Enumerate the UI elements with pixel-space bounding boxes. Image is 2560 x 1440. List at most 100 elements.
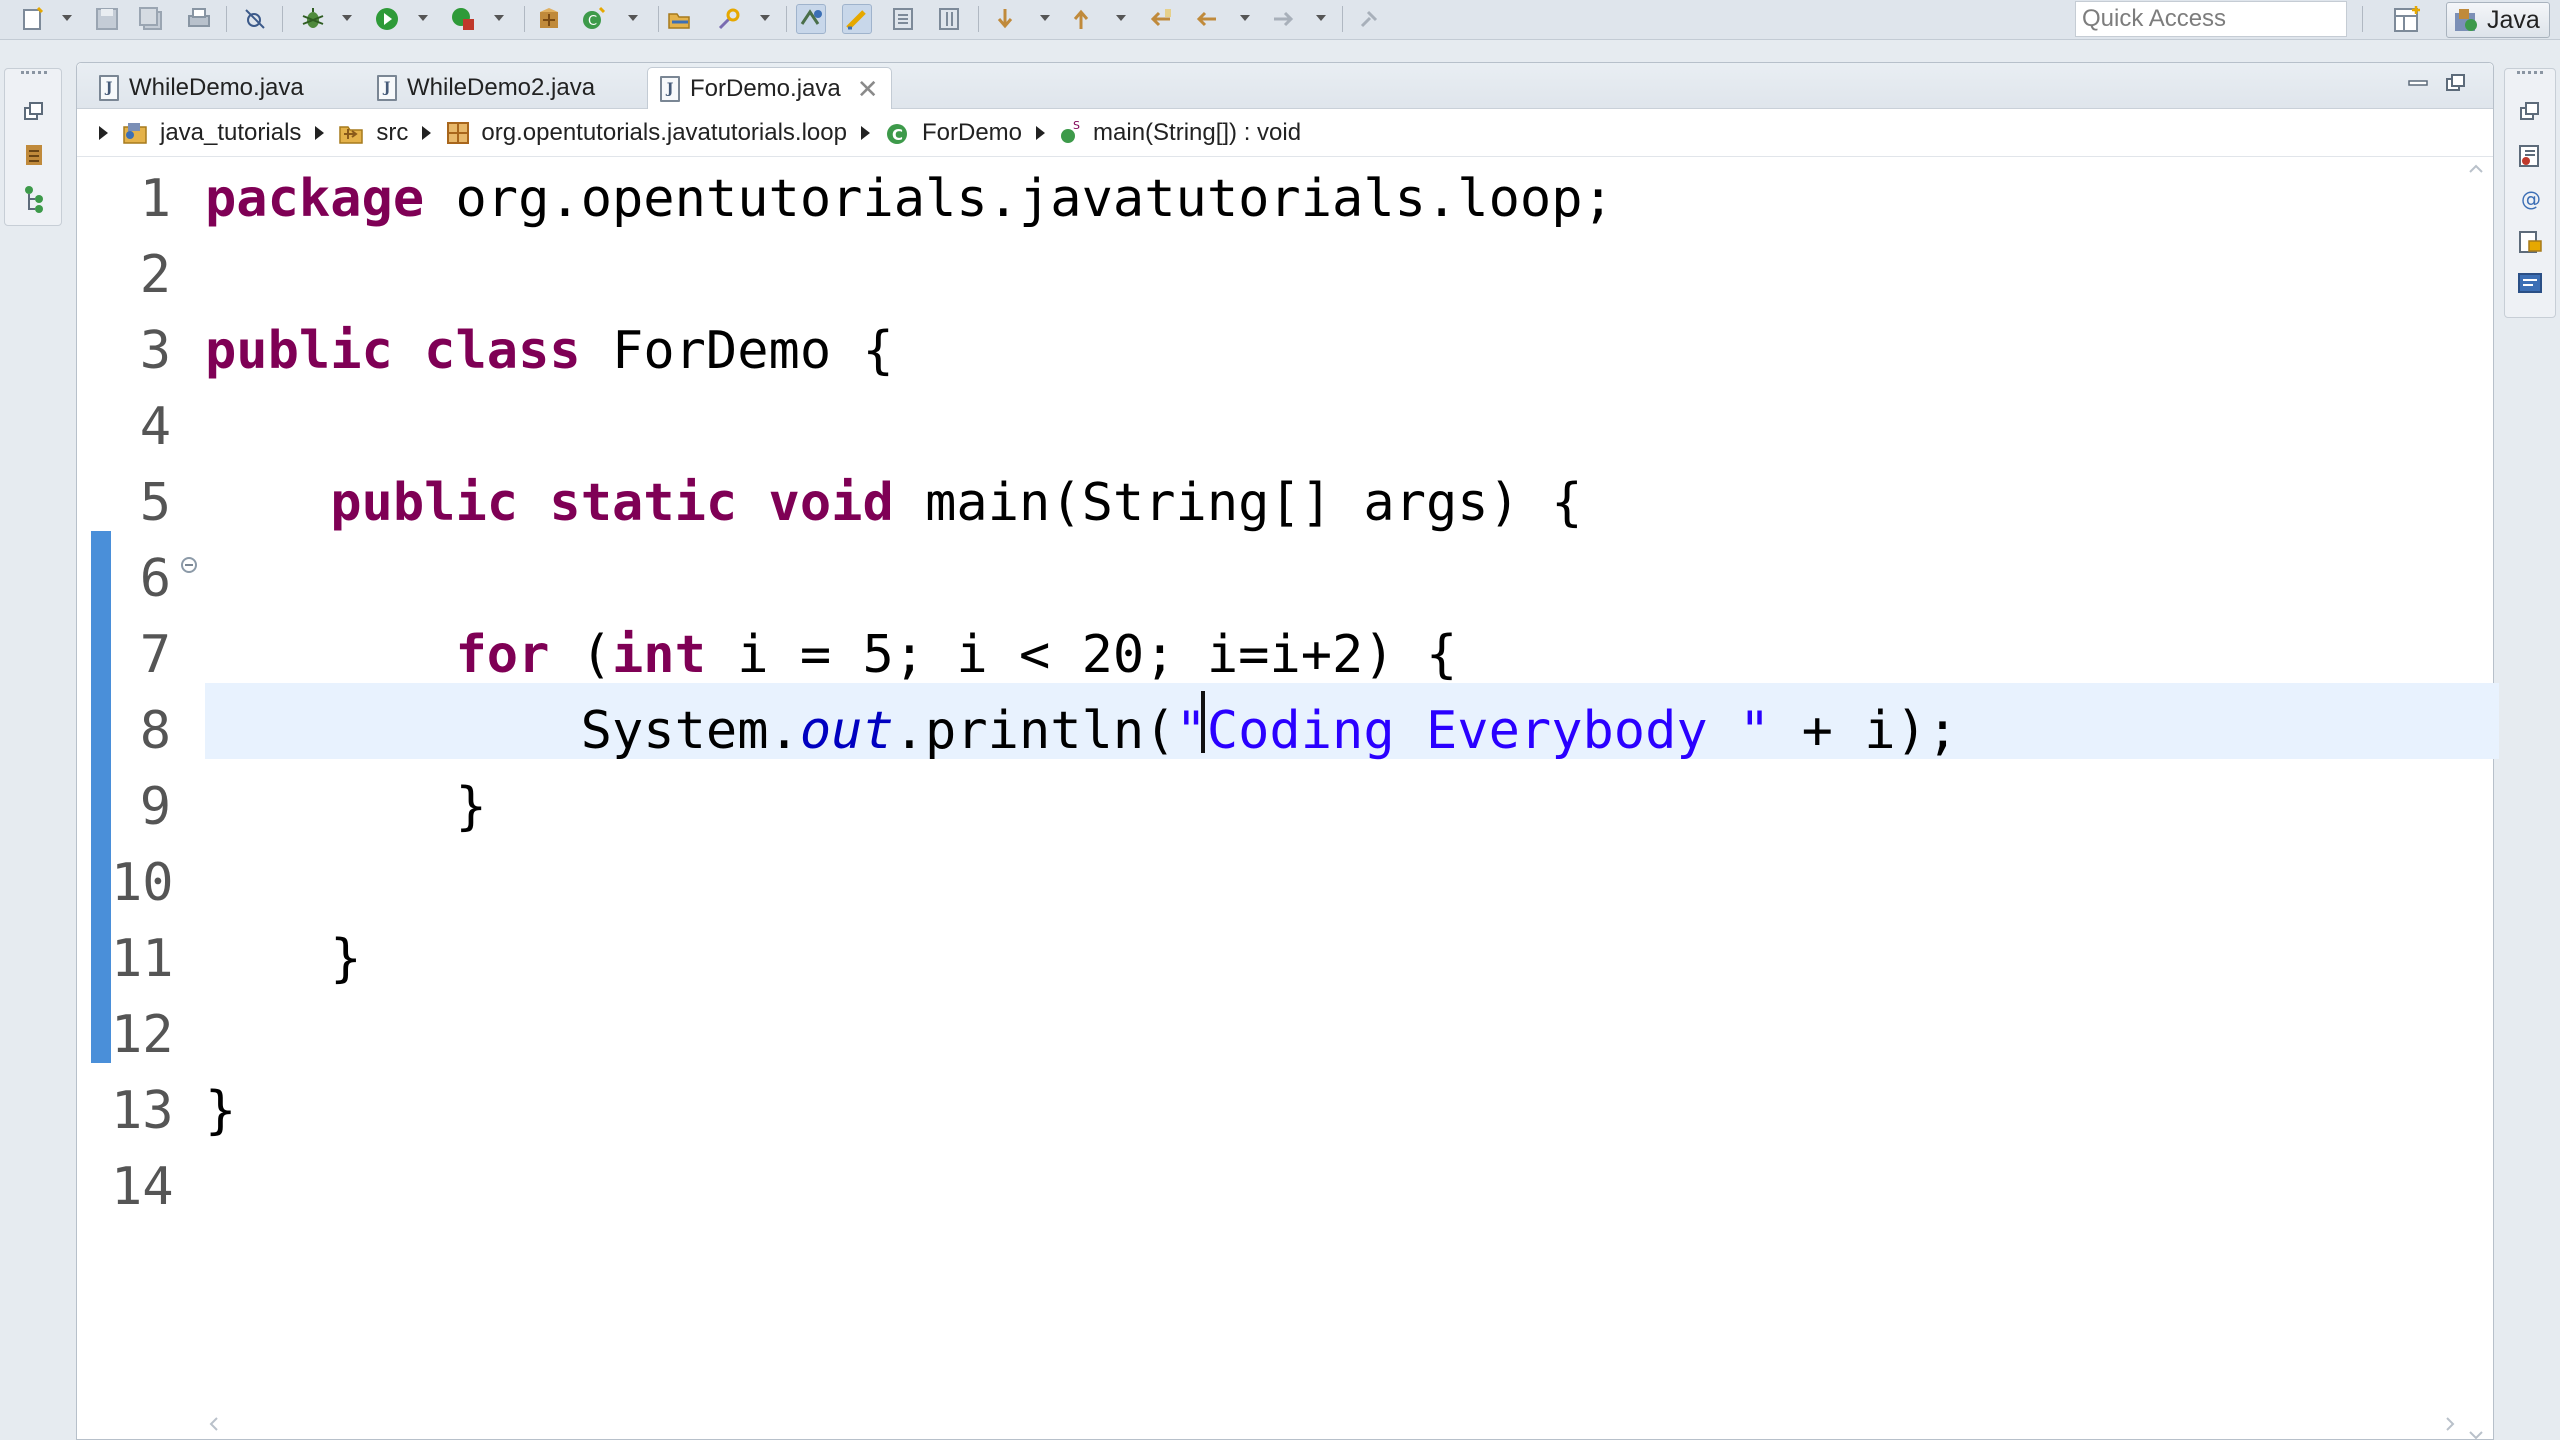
- line-number: 6: [139, 549, 171, 609]
- debug-dropdown-icon[interactable]: [342, 15, 352, 21]
- code-line[interactable]: public class ForDemo {: [205, 321, 894, 381]
- java-perspective-button[interactable]: Java: [2446, 2, 2550, 38]
- horizontal-scrollbar[interactable]: [203, 1409, 2461, 1439]
- vertical-scrollbar[interactable]: [2459, 158, 2493, 1440]
- coverage-icon[interactable]: [448, 4, 478, 34]
- run-icon[interactable]: [372, 4, 402, 34]
- svg-text:@: @: [2521, 187, 2541, 211]
- tab-label: WhileDemo2.java: [407, 74, 596, 101]
- line-number: 5: [139, 473, 171, 533]
- previous-annotation-dropdown-icon[interactable]: [1116, 15, 1126, 21]
- separator: [226, 6, 227, 32]
- code-line[interactable]: for (int i = 5; i < 20; i=i+2) {: [205, 625, 1457, 685]
- minimize-icon[interactable]: [2407, 75, 2429, 91]
- line-number: 13: [111, 1081, 174, 1141]
- new-icon[interactable]: [18, 4, 48, 34]
- breadcrumb-chevron-icon[interactable]: [315, 125, 325, 140]
- project-icon: [123, 122, 147, 144]
- breadcrumb-chevron-icon[interactable]: [422, 125, 432, 140]
- fold-collapse-icon[interactable]: [181, 557, 197, 573]
- coverage-dropdown-icon[interactable]: [494, 15, 504, 21]
- search-icon[interactable]: [714, 4, 744, 34]
- javadoc-icon[interactable]: @: [2519, 187, 2543, 216]
- new-java-project-icon[interactable]: [534, 4, 564, 34]
- separator: [524, 6, 525, 32]
- back-icon[interactable]: [1192, 4, 1222, 34]
- minimized-views: @: [2504, 68, 2556, 318]
- task-list-icon[interactable]: [2517, 143, 2543, 174]
- line-number: 10: [111, 853, 174, 913]
- run-dropdown-icon[interactable]: [418, 15, 428, 21]
- forward-icon[interactable]: [1268, 4, 1298, 34]
- trim-handle[interactable]: [2517, 71, 2543, 77]
- tab-fordemo[interactable]: J ForDemo.java ✕: [647, 67, 892, 110]
- search-dropdown-icon[interactable]: [760, 15, 770, 21]
- pin-editor-icon[interactable]: [1354, 4, 1384, 34]
- java-file-icon: J: [660, 76, 680, 102]
- quick-access-input[interactable]: Quick Access: [2075, 1, 2347, 37]
- tab-whiledemo2[interactable]: J WhileDemo2.java: [365, 67, 607, 109]
- hierarchy-icon[interactable]: [23, 185, 47, 218]
- debug-icon[interactable]: [298, 4, 328, 34]
- declaration-icon[interactable]: [2517, 229, 2543, 260]
- save-all-icon[interactable]: [136, 4, 166, 34]
- breadcrumb-chevron-icon[interactable]: [1036, 125, 1046, 140]
- open-type-icon[interactable]: [664, 4, 694, 34]
- forward-dropdown-icon[interactable]: [1316, 15, 1326, 21]
- line-number: 8: [139, 701, 171, 761]
- last-edit-location-icon[interactable]: [1146, 4, 1176, 34]
- line-number: 3: [139, 321, 171, 381]
- maximize-icon[interactable]: [2445, 73, 2467, 93]
- method-icon: S: [1061, 120, 1080, 143]
- separator: [282, 6, 283, 32]
- toggle-mark-occurrences-icon[interactable]: [796, 4, 826, 34]
- print-icon[interactable]: [184, 4, 214, 34]
- console-icon[interactable]: [2517, 271, 2543, 302]
- next-annotation-dropdown-icon[interactable]: [1040, 15, 1050, 21]
- show-whitespace-icon[interactable]: [888, 4, 918, 34]
- breadcrumb-src[interactable]: src: [338, 119, 408, 147]
- separator: [658, 6, 659, 32]
- tab-whiledemo[interactable]: J WhileDemo.java: [87, 67, 316, 109]
- tab-label: WhileDemo.java: [129, 74, 304, 101]
- open-perspective-icon[interactable]: [2392, 4, 2424, 36]
- back-dropdown-icon[interactable]: [1240, 15, 1250, 21]
- skip-breakpoints-icon[interactable]: [240, 4, 270, 34]
- line-number: 11: [111, 929, 174, 989]
- java-file-icon: J: [377, 75, 397, 101]
- code-line[interactable]: }: [205, 777, 486, 837]
- breadcrumb-class[interactable]: C ForDemo: [884, 119, 1022, 147]
- toggle-block-selection-icon[interactable]: [934, 4, 964, 34]
- java-perspective-icon: [2455, 9, 2477, 31]
- code-line[interactable]: }: [205, 929, 361, 989]
- breadcrumb-package[interactable]: org.opentutorials.javatutorials.loop: [445, 119, 847, 147]
- tab-label: ForDemo.java: [690, 75, 841, 102]
- close-tab-icon[interactable]: ✕: [857, 76, 879, 102]
- code-line[interactable]: }: [205, 1081, 236, 1141]
- previous-annotation-icon[interactable]: [1066, 4, 1096, 34]
- breadcrumb-chevron-icon[interactable]: [99, 125, 108, 140]
- code-line[interactable]: public static void main(String[] args) {: [205, 473, 1582, 533]
- breadcrumb-project[interactable]: java_tutorials: [122, 119, 301, 147]
- new-class-dropdown-icon[interactable]: [628, 15, 638, 21]
- svg-text:S: S: [1073, 120, 1080, 132]
- code-line[interactable]: package org.opentutorials.javatutorials.…: [205, 169, 1614, 229]
- separator: [1342, 6, 1343, 32]
- package-explorer-icon[interactable]: [23, 143, 47, 172]
- trim-handle[interactable]: [21, 71, 47, 77]
- breadcrumb-chevron-icon[interactable]: [860, 125, 870, 140]
- line-number: 4: [139, 397, 171, 457]
- breadcrumb-label: org.opentutorials.javatutorials.loop: [481, 118, 847, 146]
- breadcrumb-method[interactable]: S main(String[]) : void: [1059, 119, 1301, 147]
- code-line[interactable]: System.out.println("Coding Everybody " +…: [205, 701, 1959, 761]
- restore-icon[interactable]: [23, 101, 45, 128]
- next-annotation-icon[interactable]: [990, 4, 1020, 34]
- restore-icon[interactable]: [2519, 101, 2541, 128]
- java-file-icon: J: [99, 75, 119, 101]
- new-java-class-icon[interactable]: C: [578, 4, 608, 34]
- new-dropdown-icon[interactable]: [62, 15, 72, 21]
- toggle-highlight-icon[interactable]: [842, 4, 872, 34]
- save-icon[interactable]: [92, 4, 122, 34]
- svg-text:C: C: [892, 126, 903, 144]
- svg-text:C: C: [588, 14, 597, 29]
